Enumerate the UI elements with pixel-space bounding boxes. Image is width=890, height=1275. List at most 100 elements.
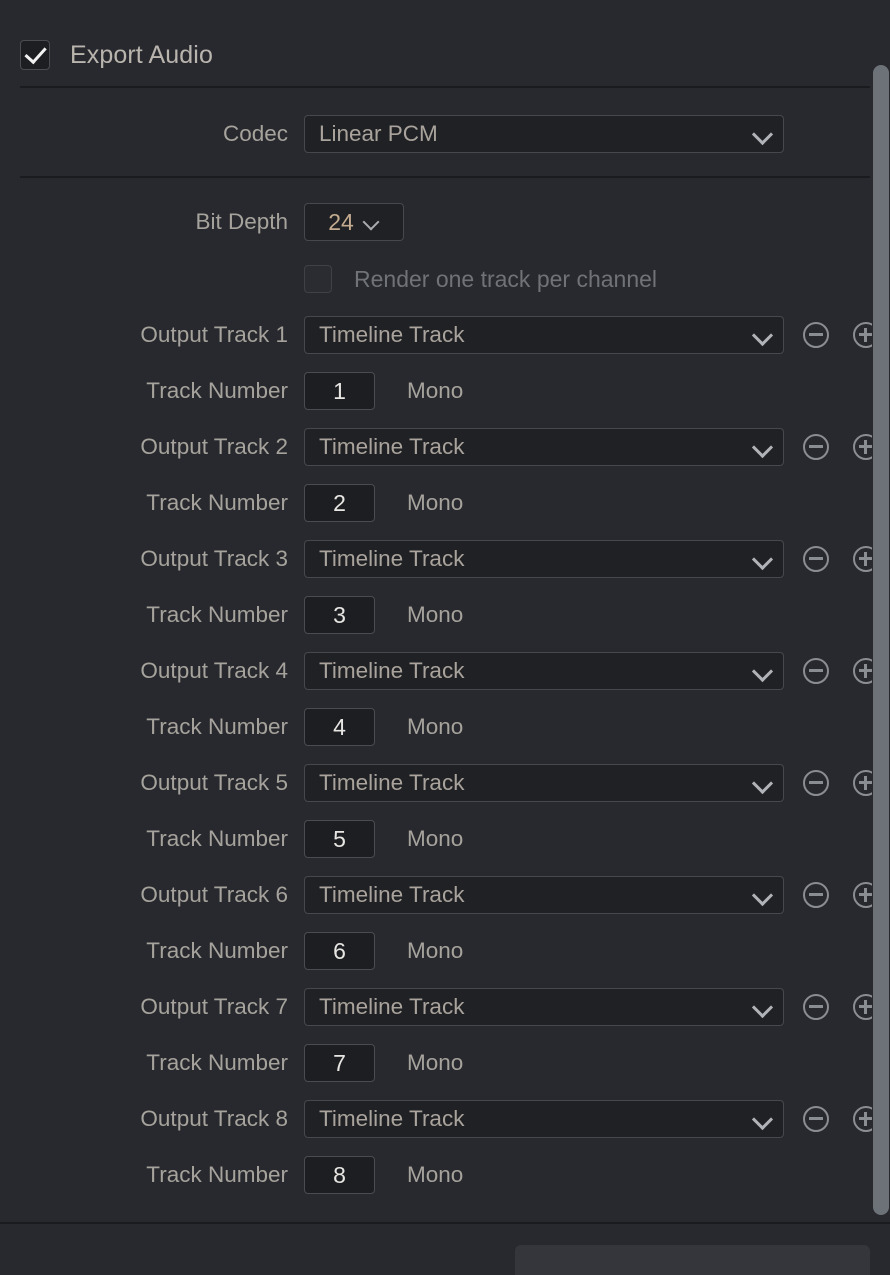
divider-top [20,86,870,88]
chevron-down-icon [751,548,773,570]
minus-circle-icon[interactable] [803,546,829,572]
bit-depth-value: 24 [328,208,354,235]
minus-circle-icon[interactable] [803,994,829,1020]
output-track-row: Output Track 6 Timeline Track [0,876,890,914]
output-track-row: Output Track 3 Timeline Track [0,540,890,578]
export-audio-checkbox[interactable] [20,40,50,70]
chevron-down-icon [751,660,773,682]
chevron-down-icon [751,436,773,458]
chevron-down-icon [751,996,773,1018]
track-number-label: Track Number [146,1162,288,1187]
vertical-scrollbar-thumb[interactable] [873,65,889,1215]
chevron-down-icon [751,884,773,906]
track-number-input[interactable]: 4 [304,708,375,746]
minus-circle-icon[interactable] [803,434,829,460]
track-format-label: Mono [407,378,464,403]
track-number-input[interactable]: 2 [304,484,375,522]
track-number-row: Track Number 5 Mono [0,820,890,858]
track-number-label: Track Number [146,826,288,851]
chevron-down-icon [751,1108,773,1130]
track-number-input[interactable]: 1 [304,372,375,410]
output-track-source-value: Timeline Track [319,994,465,1019]
output-track-source-dropdown[interactable]: Timeline Track [304,764,784,802]
output-track-source-dropdown[interactable]: Timeline Track [304,652,784,690]
codec-row: Codec Linear PCM [0,115,890,153]
track-number-input[interactable]: 6 [304,932,375,970]
output-track-row: Output Track 1 Timeline Track [0,316,890,354]
chevron-down-icon [362,213,380,231]
output-track-source-dropdown[interactable]: Timeline Track [304,540,784,578]
codec-dropdown[interactable]: Linear PCM [304,115,784,153]
codec-value: Linear PCM [319,121,438,146]
track-format-label: Mono [407,602,464,627]
output-track-label: Output Track 5 [140,770,288,795]
track-number-row: Track Number 8 Mono [0,1156,890,1194]
render-one-track-per-channel-checkbox[interactable] [304,265,332,293]
track-number-label: Track Number [146,490,288,515]
render-one-track-per-channel-label: Render one track per channel [354,265,658,292]
track-format-label: Mono [407,1162,464,1187]
track-number-value: 4 [333,713,346,740]
track-number-value: 1 [333,377,346,404]
bit-depth-dropdown[interactable]: 24 [304,203,404,241]
chevron-down-icon [751,324,773,346]
track-number-row: Track Number 4 Mono [0,708,890,746]
output-track-source-value: Timeline Track [319,546,465,571]
minus-circle-icon[interactable] [803,1106,829,1132]
output-track-row: Output Track 2 Timeline Track [0,428,890,466]
export-audio-label: Export Audio [70,40,213,69]
output-track-row: Output Track 4 Timeline Track [0,652,890,690]
track-number-row: Track Number 7 Mono [0,1044,890,1082]
bit-depth-row: Bit Depth 24 [0,203,890,241]
track-format-label: Mono [407,826,464,851]
output-track-label: Output Track 7 [140,994,288,1019]
track-number-row: Track Number 1 Mono [0,372,890,410]
output-track-source-dropdown[interactable]: Timeline Track [304,316,784,354]
track-number-input[interactable]: 7 [304,1044,375,1082]
output-track-source-dropdown[interactable]: Timeline Track [304,876,784,914]
bit-depth-label: Bit Depth [195,209,288,234]
bottom-panel-tab[interactable] [515,1245,870,1275]
output-track-source-value: Timeline Track [319,1106,465,1131]
track-number-row: Track Number 3 Mono [0,596,890,634]
output-track-row: Output Track 5 Timeline Track [0,764,890,802]
output-track-row: Output Track 7 Timeline Track [0,988,890,1026]
render-one-track-per-channel-row[interactable]: Render one track per channel [0,264,890,294]
output-track-source-dropdown[interactable]: Timeline Track [304,988,784,1026]
output-track-label: Output Track 8 [140,1106,288,1131]
track-number-row: Track Number 2 Mono [0,484,890,522]
minus-circle-icon[interactable] [803,882,829,908]
audio-export-settings-panel: Export Audio Codec Linear PCM Bit Depth … [0,0,890,1275]
track-number-value: 2 [333,489,346,516]
track-number-input[interactable]: 8 [304,1156,375,1194]
output-track-source-value: Timeline Track [319,882,465,907]
output-track-source-value: Timeline Track [319,770,465,795]
output-track-source-dropdown[interactable]: Timeline Track [304,1100,784,1138]
export-audio-row[interactable]: Export Audio [20,36,213,74]
track-number-value: 6 [333,937,346,964]
output-track-label: Output Track 3 [140,546,288,571]
track-number-value: 8 [333,1161,346,1188]
track-number-label: Track Number [146,602,288,627]
track-number-input[interactable]: 5 [304,820,375,858]
chevron-down-icon [751,123,773,145]
divider-codec [20,176,870,178]
track-number-row: Track Number 6 Mono [0,932,890,970]
output-track-source-dropdown[interactable]: Timeline Track [304,428,784,466]
output-track-label: Output Track 4 [140,658,288,683]
track-number-label: Track Number [146,378,288,403]
codec-label: Codec [222,121,288,146]
track-number-input[interactable]: 3 [304,596,375,634]
minus-circle-icon[interactable] [803,770,829,796]
track-format-label: Mono [407,714,464,739]
track-format-label: Mono [407,490,464,515]
output-track-source-value: Timeline Track [319,434,465,459]
output-track-label: Output Track 6 [140,882,288,907]
vertical-scrollbar-track[interactable] [872,0,890,1222]
output-track-row: Output Track 8 Timeline Track [0,1100,890,1138]
track-number-value: 7 [333,1049,346,1076]
track-format-label: Mono [407,1050,464,1075]
minus-circle-icon[interactable] [803,658,829,684]
minus-circle-icon[interactable] [803,322,829,348]
track-number-label: Track Number [146,938,288,963]
